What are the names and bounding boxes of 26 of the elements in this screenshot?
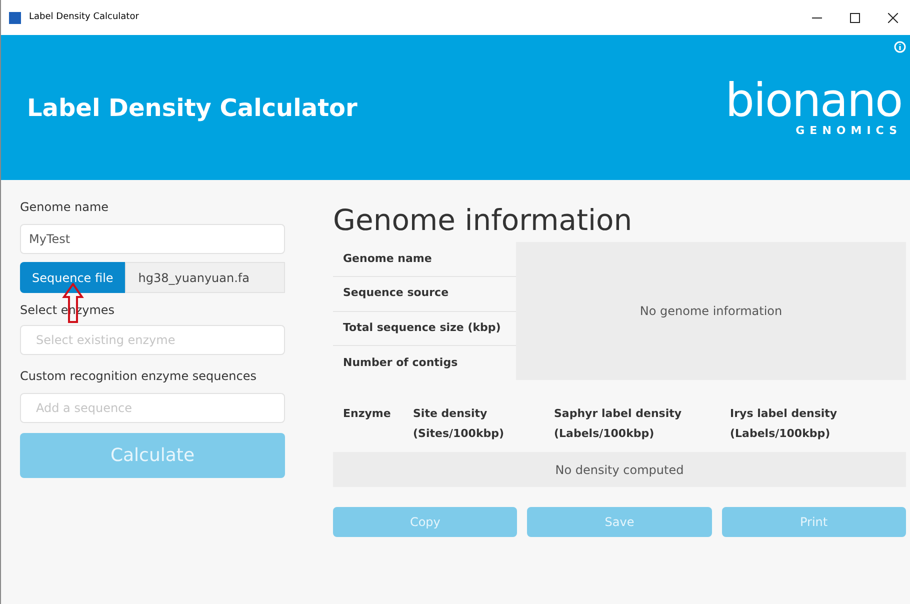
column-header: Saphyr label density (Labels/100kbp)	[554, 406, 683, 442]
column-header: Enzyme	[343, 406, 392, 422]
app-icon	[9, 12, 21, 24]
empty-message: No genome information	[640, 303, 782, 320]
column-header: Site density (Sites/100kbp)	[413, 406, 506, 442]
field-label: Genome name	[20, 199, 110, 216]
logo-subtitle: GENOMICS	[796, 123, 902, 140]
empty-message: No density computed	[555, 462, 684, 478]
column-header: Irys label density (Labels/100kbp)	[730, 406, 838, 442]
file-name-field[interactable]: hg38_yuanyuan.fa	[125, 262, 285, 293]
maximize-icon[interactable]	[850, 12, 860, 22]
sequence-input-field[interactable]: Add a sequence	[20, 393, 285, 423]
section-heading: Genome information	[333, 202, 634, 238]
info-label: Total sequence size (kbp)	[343, 320, 501, 336]
logo-wordmark: bionano	[725, 77, 902, 124]
info-label: Genome name	[343, 250, 432, 267]
app-heading: Label Density Calculator	[27, 92, 358, 124]
window-title: Label Density Calculator	[29, 10, 139, 24]
close-icon[interactable]	[888, 12, 898, 22]
info-icon[interactable]	[894, 41, 906, 53]
genome-name-field[interactable]: MyTest	[20, 224, 285, 254]
field-label: Custom recognition enzyme sequences	[20, 368, 258, 385]
enzyme-select-field[interactable]: Select existing enzyme	[20, 325, 285, 355]
sequence-file-button[interactable]: Sequence file	[20, 262, 126, 293]
info-label: Sequence source	[343, 285, 449, 302]
info-label: Number of contigs	[343, 354, 458, 371]
